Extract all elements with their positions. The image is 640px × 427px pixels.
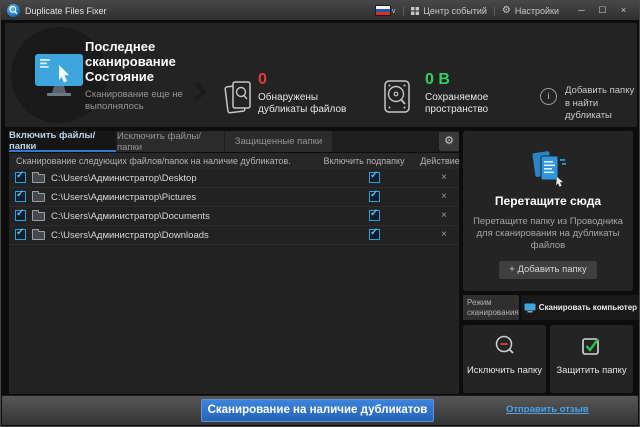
status-panel: Последнее сканирование Состояние Сканиро… xyxy=(5,23,637,127)
remove-row-button[interactable]: × xyxy=(437,172,451,183)
remove-row-button[interactable]: × xyxy=(437,191,451,202)
space-saved-value: 0 В xyxy=(425,71,450,88)
exclude-folder-button[interactable]: Исключить папку xyxy=(463,325,546,393)
duplicates-label: Обнаружены дубликаты файлов xyxy=(258,92,347,115)
table-header: Сканирование следующих файлов/папок на н… xyxy=(9,153,460,169)
duplicate-files-icon xyxy=(224,81,251,114)
gear-icon: ⚙ xyxy=(501,5,511,16)
exclude-magnifier-icon xyxy=(495,335,514,354)
check-icon: ✓ xyxy=(16,170,25,181)
settings-button[interactable]: ⚙ Настройки xyxy=(502,5,559,16)
folder-path: C:\Users\Администратор\Downloads xyxy=(51,230,209,241)
maximize-button[interactable]: ☐ xyxy=(593,3,612,18)
header-subfolder: Включить подпапку xyxy=(323,156,405,166)
check-icon: ✓ xyxy=(16,189,25,200)
computer-icon xyxy=(524,303,536,312)
table-row: ✓ C:\Users\Администратор\Pictures ✓ × xyxy=(9,188,459,207)
table-row: ✓ C:\Users\Администратор\Downloads ✓ × xyxy=(9,226,459,245)
subfolder-checkbox[interactable]: ✓ xyxy=(369,170,380,183)
row-checkbox[interactable]: ✓ xyxy=(15,189,26,202)
subfolder-checkbox[interactable]: ✓ xyxy=(369,208,380,221)
scan-mode-label: Режим сканирования xyxy=(463,295,519,320)
row-checkbox[interactable]: ✓ xyxy=(15,208,26,221)
add-folder-button[interactable]: + Добавить папку xyxy=(499,261,597,279)
check-icon: ✓ xyxy=(370,170,379,181)
space-saved-label: Сохраняемое пространство xyxy=(425,92,489,115)
header-action: Действие xyxy=(420,156,460,166)
tab-bar: Включить файлы/папки Исключить файлы/пап… xyxy=(9,130,459,153)
scan-mode-selected: Сканировать компьютер xyxy=(538,303,638,312)
chevron-down-icon: ∨ xyxy=(391,7,397,15)
check-icon: ✓ xyxy=(370,208,379,219)
separator xyxy=(493,5,495,16)
send-feedback-link[interactable]: Отправить отзыв xyxy=(506,404,589,415)
table-row: ✓ C:\Users\Администратор\Documents ✓ × xyxy=(9,207,459,226)
drop-zone-title: Перетащите сюда xyxy=(494,194,602,208)
remove-row-button[interactable]: × xyxy=(437,229,451,240)
last-scan-title: Последнее сканирование Состояние xyxy=(85,39,176,84)
tab-exclude-files[interactable]: Исключить файлы/папки xyxy=(117,131,224,153)
separator xyxy=(403,5,405,16)
drop-documents-icon xyxy=(532,151,566,187)
list-settings-gear-icon[interactable]: ⚙ xyxy=(439,132,459,151)
protect-folder-label: Защитить папку xyxy=(556,365,627,376)
titlebar: Duplicate Files Fixer ∨ Центр событий ⚙ … xyxy=(1,1,639,20)
app-window: Duplicate Files Fixer ∨ Центр событий ⚙ … xyxy=(0,0,640,427)
check-icon: ✓ xyxy=(370,189,379,200)
window-title: Duplicate Files Fixer xyxy=(25,5,107,16)
row-checkbox[interactable]: ✓ xyxy=(15,227,26,240)
table-row: ✓ C:\Users\Администратор\Desktop ✓ × xyxy=(9,169,459,188)
folder-path: C:\Users\Администратор\Pictures xyxy=(51,192,197,203)
scan-mode-dropdown[interactable]: Сканировать компьютер ✓ xyxy=(520,295,639,320)
drop-zone-description: Перетащите папку из Проводника для скани… xyxy=(473,216,623,251)
info-icon: i xyxy=(540,88,557,105)
drag-drop-zone[interactable]: Перетащите сюда Перетащите папку из Пров… xyxy=(463,131,633,291)
tab-protected-folders[interactable]: Защищенные папки xyxy=(225,131,332,152)
exclude-folder-label: Исключить папку xyxy=(466,365,543,376)
protect-checkbox-icon xyxy=(581,338,599,355)
scan-mode-row: Режим сканирования Сканировать компьютер… xyxy=(463,295,639,320)
tab-include-files[interactable]: Включить файлы/папки xyxy=(9,130,116,152)
scan-for-duplicates-button[interactable]: Сканирование на наличие дубликатов xyxy=(201,399,434,422)
minimize-button[interactable]: ─ xyxy=(572,3,591,18)
grid-icon xyxy=(411,6,420,15)
check-icon: ✓ xyxy=(16,227,25,238)
app-logo-icon xyxy=(7,4,20,17)
check-icon: ✓ xyxy=(16,208,25,219)
drive-search-icon xyxy=(384,80,410,113)
last-scan-subtitle: Сканирование еще не выполнялось xyxy=(85,89,183,112)
language-selector[interactable]: ∨ xyxy=(376,6,396,15)
folder-icon xyxy=(32,210,45,221)
bottom-bar: Сканирование на наличие дубликатов Отпра… xyxy=(2,395,638,425)
folder-icon xyxy=(32,172,45,183)
russian-flag-icon xyxy=(376,6,391,15)
scan-folder-table: ✓ C:\Users\Администратор\Desktop ✓ × ✓ C… xyxy=(9,169,459,394)
check-icon: ✓ xyxy=(370,227,379,238)
remove-row-button[interactable]: × xyxy=(437,210,451,221)
events-center-button[interactable]: Центр событий xyxy=(411,6,487,16)
monitor-icon xyxy=(35,54,83,96)
folder-path: C:\Users\Администратор\Documents xyxy=(51,211,210,222)
events-center-label: Центр событий xyxy=(423,5,487,16)
close-button[interactable]: × xyxy=(614,3,633,18)
subfolder-checkbox[interactable]: ✓ xyxy=(369,189,380,202)
folder-icon xyxy=(32,229,45,240)
duplicates-count: 0 xyxy=(258,71,267,88)
folder-icon xyxy=(32,191,45,202)
folder-path: C:\Users\Администратор\Desktop xyxy=(51,173,197,184)
add-folder-hint: Добавить папку в найти дубликаты xyxy=(565,85,635,121)
settings-label: Настройки xyxy=(514,5,559,16)
subfolder-checkbox[interactable]: ✓ xyxy=(369,227,380,240)
protect-folder-button[interactable]: Защитить папку xyxy=(550,325,633,393)
header-path: Сканирование следующих файлов/папок на н… xyxy=(16,156,291,166)
row-checkbox[interactable]: ✓ xyxy=(15,170,26,183)
